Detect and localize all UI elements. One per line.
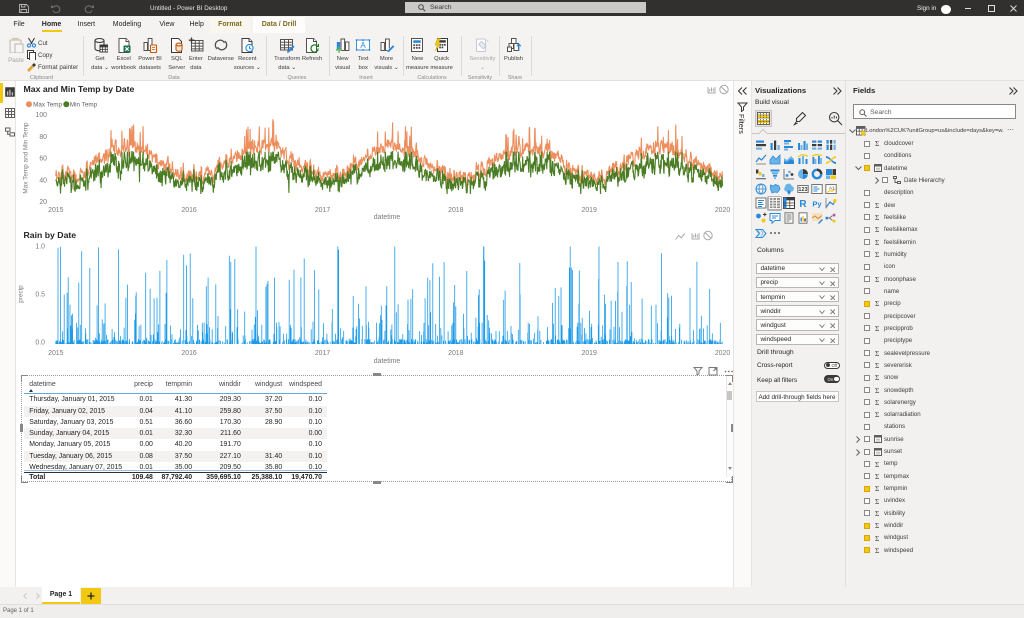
svg-text:Py: Py	[812, 200, 822, 209]
svg-text:precip: precip	[18, 285, 25, 303]
svg-text:2017: 2017	[315, 207, 330, 214]
svg-text:datetime: datetime	[374, 358, 401, 365]
svg-text:2019: 2019	[582, 207, 597, 214]
svg-text:20: 20	[39, 199, 47, 206]
svg-text:Max and Min Temp by Date: Max and Min Temp by Date	[24, 84, 135, 94]
svg-text:R: R	[799, 199, 807, 209]
svg-text:60: 60	[39, 156, 47, 163]
svg-text:123: 123	[798, 187, 807, 193]
svg-text:0.5: 0.5	[35, 292, 45, 299]
svg-text:2015: 2015	[48, 350, 63, 357]
svg-text:2016: 2016	[181, 207, 196, 214]
svg-text:Min Temp: Min Temp	[70, 102, 98, 109]
svg-text:80: 80	[39, 134, 47, 141]
svg-text:40: 40	[39, 177, 47, 184]
svg-text:Max Temp: Max Temp	[33, 102, 62, 109]
svg-text:1.0: 1.0	[35, 244, 45, 251]
svg-text:2018: 2018	[448, 207, 463, 214]
svg-text:A: A	[361, 41, 367, 50]
svg-text:2019: 2019	[582, 350, 597, 357]
svg-text:datetime: datetime	[374, 214, 401, 221]
svg-text:2020: 2020	[715, 350, 730, 357]
svg-text:2017: 2017	[315, 350, 330, 357]
svg-text:2018: 2018	[448, 350, 463, 357]
svg-text:2020: 2020	[715, 207, 730, 214]
svg-text:0.0: 0.0	[35, 340, 45, 347]
svg-text:100: 100	[36, 112, 48, 119]
svg-text:2016: 2016	[181, 350, 196, 357]
svg-text:Max Temp and Min Temp: Max Temp and Min Temp	[23, 122, 30, 194]
svg-text:2015: 2015	[48, 207, 63, 214]
svg-text:Rain by Date: Rain by Date	[24, 230, 77, 240]
